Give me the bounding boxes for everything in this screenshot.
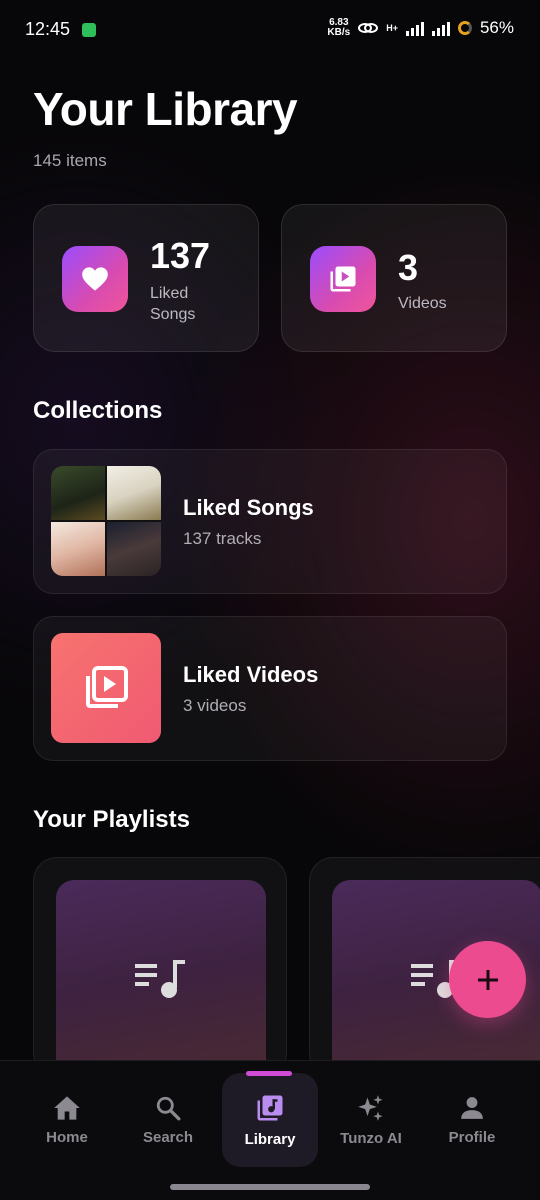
android-notification-icon: [82, 23, 96, 37]
liked-songs-subtitle: 137 tracks: [183, 529, 262, 548]
videos-label: Videos: [398, 295, 447, 312]
video-library-icon: [310, 246, 376, 312]
heart-icon: [62, 246, 128, 312]
nav-item-library[interactable]: Library: [222, 1071, 318, 1167]
video-library-icon: [51, 633, 161, 743]
album-cover-4: [107, 522, 161, 576]
plus-icon: [477, 969, 498, 990]
liked-songs-count: 137: [150, 235, 211, 276]
home-icon: [54, 1095, 80, 1120]
library-music-icon: [257, 1095, 283, 1120]
liked-songs-stat-card[interactable]: 137 Liked Songs: [33, 204, 259, 352]
album-collage: [51, 466, 161, 576]
playlist-music-icon: [56, 880, 266, 1076]
playlists-title: Your Playlists: [33, 806, 190, 833]
network-type: H+: [386, 23, 398, 33]
nav-label-search: Search: [142, 1128, 194, 1146]
liked-songs-label-line2: Songs: [150, 306, 196, 323]
album-cover-2: [107, 466, 161, 520]
nav-label-home: Home: [46, 1128, 88, 1146]
nav-item-tunzo-ai[interactable]: Tunzo AI: [323, 1073, 419, 1167]
liked-videos-title: Liked Videos: [183, 662, 319, 687]
signal-strength-icon-2: [431, 20, 450, 36]
videos-count: 3: [398, 247, 419, 288]
playlist-card[interactable]: [33, 857, 287, 1077]
liked-songs-title: Liked Songs: [183, 495, 314, 520]
status-time: 12:45: [25, 19, 71, 39]
battery-percentage: 56%: [479, 18, 514, 37]
liked-songs-collection[interactable]: Liked Songs 137 tracks: [33, 449, 507, 594]
status-bar: 12:45 6.83 KB/s H+ 56%: [0, 0, 540, 60]
active-tab-indicator: [246, 1071, 292, 1076]
link-icon: [358, 23, 379, 33]
battery-icon: [457, 21, 472, 35]
liked-videos-subtitle: 3 videos: [183, 696, 247, 715]
nav-label-tunzo-ai: Tunzo AI: [340, 1129, 402, 1147]
collections-title: Collections: [33, 397, 163, 424]
network-speed: 6.83 KB/s: [327, 18, 350, 38]
library-item-count: 145 items: [33, 151, 107, 170]
liked-songs-label: Liked Songs: [150, 283, 195, 325]
person-icon: [461, 1096, 483, 1119]
signal-strength-icon: [405, 20, 424, 36]
videos-stat-card[interactable]: 3 Videos: [281, 204, 507, 352]
liked-songs-label-line1: Liked: [150, 285, 189, 302]
gesture-home-indicator[interactable]: [170, 1184, 370, 1190]
bottom-navigation: Home Search Library Tunzo AI Profile: [0, 1060, 540, 1200]
network-speed-unit: KB/s: [327, 27, 351, 38]
nav-item-home[interactable]: Home: [19, 1073, 115, 1167]
liked-videos-collection[interactable]: Liked Videos 3 videos: [33, 616, 507, 761]
album-cover-1: [51, 466, 105, 520]
sparkles-icon: [358, 1094, 383, 1121]
create-playlist-button[interactable]: [449, 941, 526, 1018]
nav-item-profile[interactable]: Profile: [424, 1073, 520, 1167]
nav-label-library: Library: [244, 1130, 296, 1148]
album-cover-3: [51, 522, 105, 576]
nav-label-profile: Profile: [448, 1128, 496, 1146]
search-icon: [156, 1096, 181, 1120]
status-indicators: 6.83 KB/s H+ 56%: [327, 18, 514, 38]
nav-item-search[interactable]: Search: [120, 1073, 216, 1167]
page-title: Your Library: [33, 83, 298, 135]
